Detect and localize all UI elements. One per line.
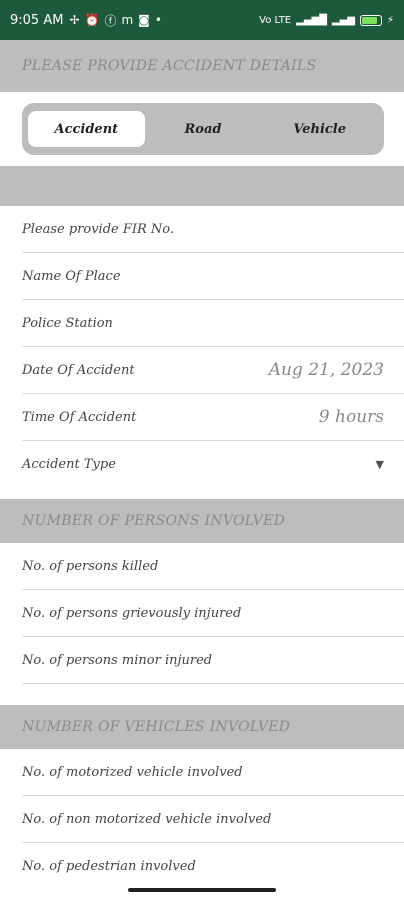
chevron-down-icon[interactable]: ▼: [376, 458, 384, 471]
section-header-vehicles: NUMBER OF VEHICLES INVOLVED: [0, 705, 404, 749]
battery-icon: [359, 14, 382, 26]
tab-bar: Accident Road Vehicle: [22, 103, 384, 155]
motorized-label: No. of motorized vehicle involved: [22, 764, 243, 780]
status-time: 9:05 AM: [10, 12, 64, 28]
accident-type-label: Accident Type: [22, 457, 116, 472]
section-header-persons: NUMBER OF PERSONS INVOLVED: [0, 499, 404, 543]
alarm-icon: ⏰: [84, 13, 100, 27]
non-motorized-field[interactable]: No. of non motorized vehicle involved: [22, 796, 404, 843]
persons-killed-label: No. of persons killed: [22, 558, 159, 574]
persons-minor-field[interactable]: No. of persons minor injured: [22, 637, 404, 684]
dot: •: [154, 13, 162, 27]
time-field[interactable]: Time Of Accident 9 hours: [22, 394, 404, 441]
instagram-icon: ◙: [138, 13, 150, 27]
persons-grievous-field[interactable]: No. of persons grievously injured: [22, 590, 404, 637]
police-station-field[interactable]: Police Station: [22, 300, 404, 347]
date-field[interactable]: Date Of Accident Aug 21, 2023: [22, 347, 404, 394]
place-field[interactable]: Name Of Place: [22, 253, 404, 300]
motorized-field[interactable]: No. of motorized vehicle involved: [22, 749, 404, 796]
section-spacer: [0, 166, 404, 206]
home-indicator[interactable]: [128, 888, 276, 892]
signal-icon-2: ▂▄▆: [331, 14, 355, 26]
pedestrian-field[interactable]: No. of pedestrian involved: [22, 843, 404, 890]
non-motorized-label: No. of non motorized vehicle involved: [22, 811, 272, 827]
app-f-icon: ⓕ: [104, 13, 117, 28]
persons-grievous-label: No. of persons grievously injured: [22, 605, 242, 621]
police-label: Police Station: [22, 315, 113, 331]
volte-icon: Vo LTE: [259, 14, 292, 26]
tab-vehicle[interactable]: Vehicle: [261, 111, 378, 147]
charging-icon: ⚡: [386, 14, 394, 26]
persons-minor-label: No. of persons minor injured: [22, 652, 213, 668]
time-label: Time Of Accident: [22, 409, 137, 425]
pedestrian-label: No. of pedestrian involved: [22, 859, 196, 874]
accident-type-select[interactable]: Accident Type ▼: [22, 441, 404, 488]
fir-field[interactable]: Please provide FIR No.: [22, 206, 404, 253]
section-header-accident-details: PLEASE PROVIDE ACCIDENT DETAILS: [0, 40, 404, 92]
time-value[interactable]: 9 hours: [319, 407, 384, 427]
fir-label: Please provide FIR No.: [22, 221, 175, 237]
place-label: Name Of Place: [22, 268, 121, 284]
date-label: Date Of Accident: [22, 362, 135, 378]
fan-icon: ✢: [69, 13, 80, 27]
persons-killed-field[interactable]: No. of persons killed: [22, 543, 404, 590]
status-bar: 9:05 AM ✢ ⏰ ⓕ m ◙ • Vo LTE ▂▄▆█ ▂▄▆ ⚡: [0, 0, 404, 40]
app-m-icon: m: [121, 13, 134, 27]
status-right: Vo LTE ▂▄▆█ ▂▄▆ ⚡: [259, 14, 394, 26]
date-value[interactable]: Aug 21, 2023: [269, 360, 384, 380]
tab-road[interactable]: Road: [145, 111, 262, 147]
signal-icon: ▂▄▆█: [296, 14, 327, 26]
tab-accident[interactable]: Accident: [28, 111, 145, 147]
